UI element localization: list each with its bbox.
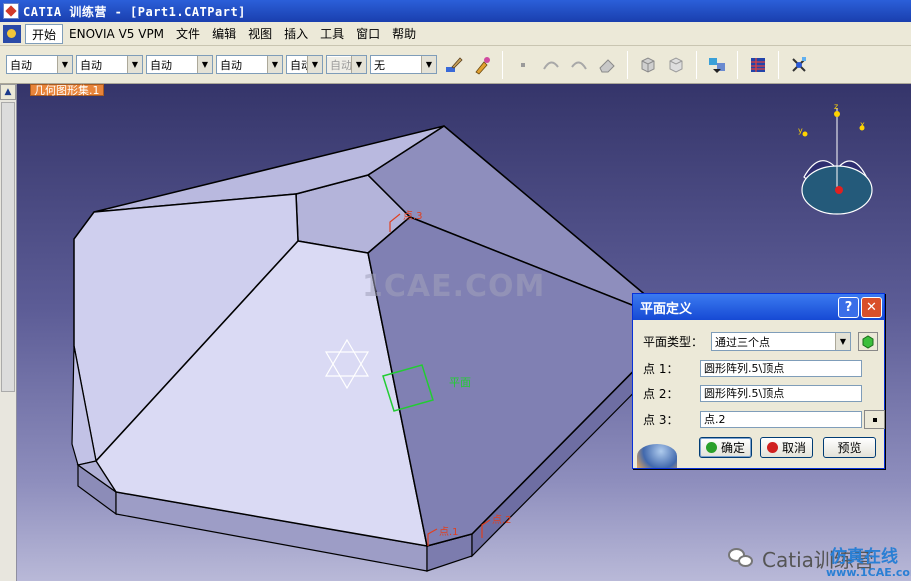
globe-decoration-icon xyxy=(637,444,677,468)
menu-tools[interactable]: 工具 xyxy=(314,24,350,44)
line-type-combo-value: 自动 xyxy=(220,58,242,72)
ok-button[interactable]: 确定 xyxy=(699,437,752,458)
menu-help[interactable]: 帮助 xyxy=(386,24,422,44)
menu-enovia[interactable]: ENOVIA V5 VPM xyxy=(63,24,170,44)
toolbar-separator xyxy=(737,50,738,79)
chevron-down-icon[interactable]: ▼ xyxy=(197,56,212,73)
eraser-icon[interactable] xyxy=(595,53,619,77)
menu-view[interactable]: 视图 xyxy=(242,24,278,44)
plane-label: 平面 xyxy=(449,376,471,389)
ok-label: 确定 xyxy=(720,441,745,455)
toolbar-separator xyxy=(696,50,697,79)
tree-node-geometric-set[interactable]: 几何图形集.1 xyxy=(30,84,104,97)
compass-axis-z: z xyxy=(834,102,839,111)
menu-insert[interactable]: 插入 xyxy=(278,24,314,44)
square-dot-icon xyxy=(872,417,877,422)
plane-definition-dialog: 平面定义 ? ✕ 平面类型： 通过三个点 ▼ 点 1： 圆形阵列.5\顶点 点 2… xyxy=(632,293,885,469)
graphic-properties-toolbar: 自动 ▼ 自动 ▼ 自动 ▼ 自动 ▼ 自动 ▼ 自动 ▼ 无 ▼ xyxy=(0,46,911,84)
compass-axis-x: x xyxy=(860,120,865,129)
point3-field[interactable]: 点.2 xyxy=(700,411,862,428)
cancel-icon xyxy=(766,442,778,453)
scrollbar-thumb[interactable] xyxy=(1,102,15,392)
transparency-combo[interactable]: 自动 ▼ xyxy=(76,55,143,74)
cube-icon[interactable] xyxy=(636,53,660,77)
cube-outline-icon[interactable] xyxy=(664,53,688,77)
point1-field[interactable]: 圆形阵列.5\顶点 xyxy=(700,360,862,377)
dot-icon[interactable] xyxy=(511,53,535,77)
dialog-title-bar[interactable]: 平面定义 ? ✕ xyxy=(633,294,884,320)
plane-type-value: 通过三个点 xyxy=(715,335,770,349)
site-name: 仿真在线 xyxy=(830,547,898,567)
rendering-style-combo-value: 自动 xyxy=(327,56,351,73)
toolbar-separator xyxy=(778,50,779,79)
chevron-down-icon[interactable]: ▼ xyxy=(57,56,72,73)
scroll-up-arrow-icon[interactable]: ▲ xyxy=(0,84,16,100)
cancel-label: 取消 xyxy=(781,441,806,455)
plane-type-select[interactable]: 通过三个点 ▼ xyxy=(711,332,851,351)
point1-row: 点 1： 圆形阵列.5\顶点 xyxy=(643,360,862,377)
point-symbol-combo-value: 自动 xyxy=(290,58,307,72)
ok-icon xyxy=(705,442,717,453)
menu-bar: 开始 ENOVIA V5 VPM 文件 编辑 视图 插入 工具 窗口 帮助 xyxy=(0,22,911,46)
toolbar-separator xyxy=(502,50,503,79)
format-painter-icon[interactable] xyxy=(442,53,466,77)
multi-view-icon[interactable] xyxy=(705,53,729,77)
site-url: www.1CAE.com xyxy=(826,566,911,579)
help-button[interactable]: ? xyxy=(838,296,859,318)
start-menu-icon[interactable] xyxy=(3,24,21,43)
menu-edit[interactable]: 编辑 xyxy=(206,24,242,44)
wechat-icon xyxy=(728,547,756,570)
line-weight-combo-value: 自动 xyxy=(150,58,172,72)
layer-combo-value: 无 xyxy=(374,58,385,72)
preview-button[interactable]: 预览 xyxy=(823,437,876,458)
dialog-title: 平面定义 xyxy=(640,301,693,317)
plane-type-row: 平面类型： 通过三个点 ▼ xyxy=(643,332,878,351)
rendering-style-combo[interactable]: 自动 ▼ xyxy=(326,55,367,74)
point2-label: 点 2： xyxy=(643,387,679,401)
point-symbol-combo[interactable]: 自动 ▼ xyxy=(286,55,323,74)
preview-label: 预览 xyxy=(837,441,862,455)
chevron-down-icon[interactable]: ▼ xyxy=(307,56,322,73)
close-button[interactable]: ✕ xyxy=(861,296,882,318)
point2-row: 点 2： 圆形阵列.5\顶点 xyxy=(643,385,862,402)
chevron-down-icon[interactable]: ▼ xyxy=(351,56,366,73)
color-combo[interactable]: 自动 ▼ xyxy=(6,55,73,74)
toolbar-separator xyxy=(627,50,628,79)
undo-arc-icon[interactable] xyxy=(539,53,563,77)
chevron-down-icon[interactable]: ▼ xyxy=(267,56,282,73)
chevron-down-icon[interactable]: ▼ xyxy=(127,56,142,73)
select-point-button[interactable] xyxy=(864,410,885,429)
menu-start[interactable]: 开始 xyxy=(25,23,64,44)
chevron-down-icon[interactable]: ▼ xyxy=(421,56,436,73)
watermark-text: 1CAE.COM xyxy=(362,269,546,304)
paint-brush-icon[interactable] xyxy=(470,53,494,77)
vertical-scrollbar[interactable]: ▲ xyxy=(0,84,17,581)
point3-label: 点 3： xyxy=(643,413,679,427)
title-bar: CATIA 训练营 - [Part1.CATPart] xyxy=(0,0,911,22)
point-label-2[interactable]: 点.2 xyxy=(492,511,512,526)
point-label-3[interactable]: 点.3 xyxy=(403,207,423,222)
transparency-combo-value: 自动 xyxy=(80,58,102,72)
catia-logo-icon xyxy=(3,3,19,19)
layer-combo[interactable]: 无 ▼ xyxy=(370,55,437,74)
color-combo-value: 自动 xyxy=(10,58,32,72)
table-icon[interactable] xyxy=(746,53,770,77)
plane-type-label: 平面类型： xyxy=(643,335,704,349)
plane-cube-icon[interactable] xyxy=(858,332,878,351)
point1-label: 点 1： xyxy=(643,362,679,376)
window-title: CATIA 训练营 - [Part1.CATPart] xyxy=(23,4,246,19)
menu-window[interactable]: 窗口 xyxy=(350,24,386,44)
cancel-button[interactable]: 取消 xyxy=(760,437,813,458)
compass-axis-y: y xyxy=(798,126,803,135)
redo-arc-icon[interactable] xyxy=(567,53,591,77)
point2-field[interactable]: 圆形阵列.5\顶点 xyxy=(700,385,862,402)
point-label-1[interactable]: 点.1 xyxy=(439,523,459,538)
satellite-icon[interactable] xyxy=(787,53,811,77)
line-type-combo[interactable]: 自动 ▼ xyxy=(216,55,283,74)
line-weight-combo[interactable]: 自动 ▼ xyxy=(146,55,213,74)
point3-row: 点 3： 点.2 xyxy=(643,410,885,429)
chevron-down-icon[interactable]: ▼ xyxy=(835,333,850,350)
menu-file[interactable]: 文件 xyxy=(170,24,206,44)
